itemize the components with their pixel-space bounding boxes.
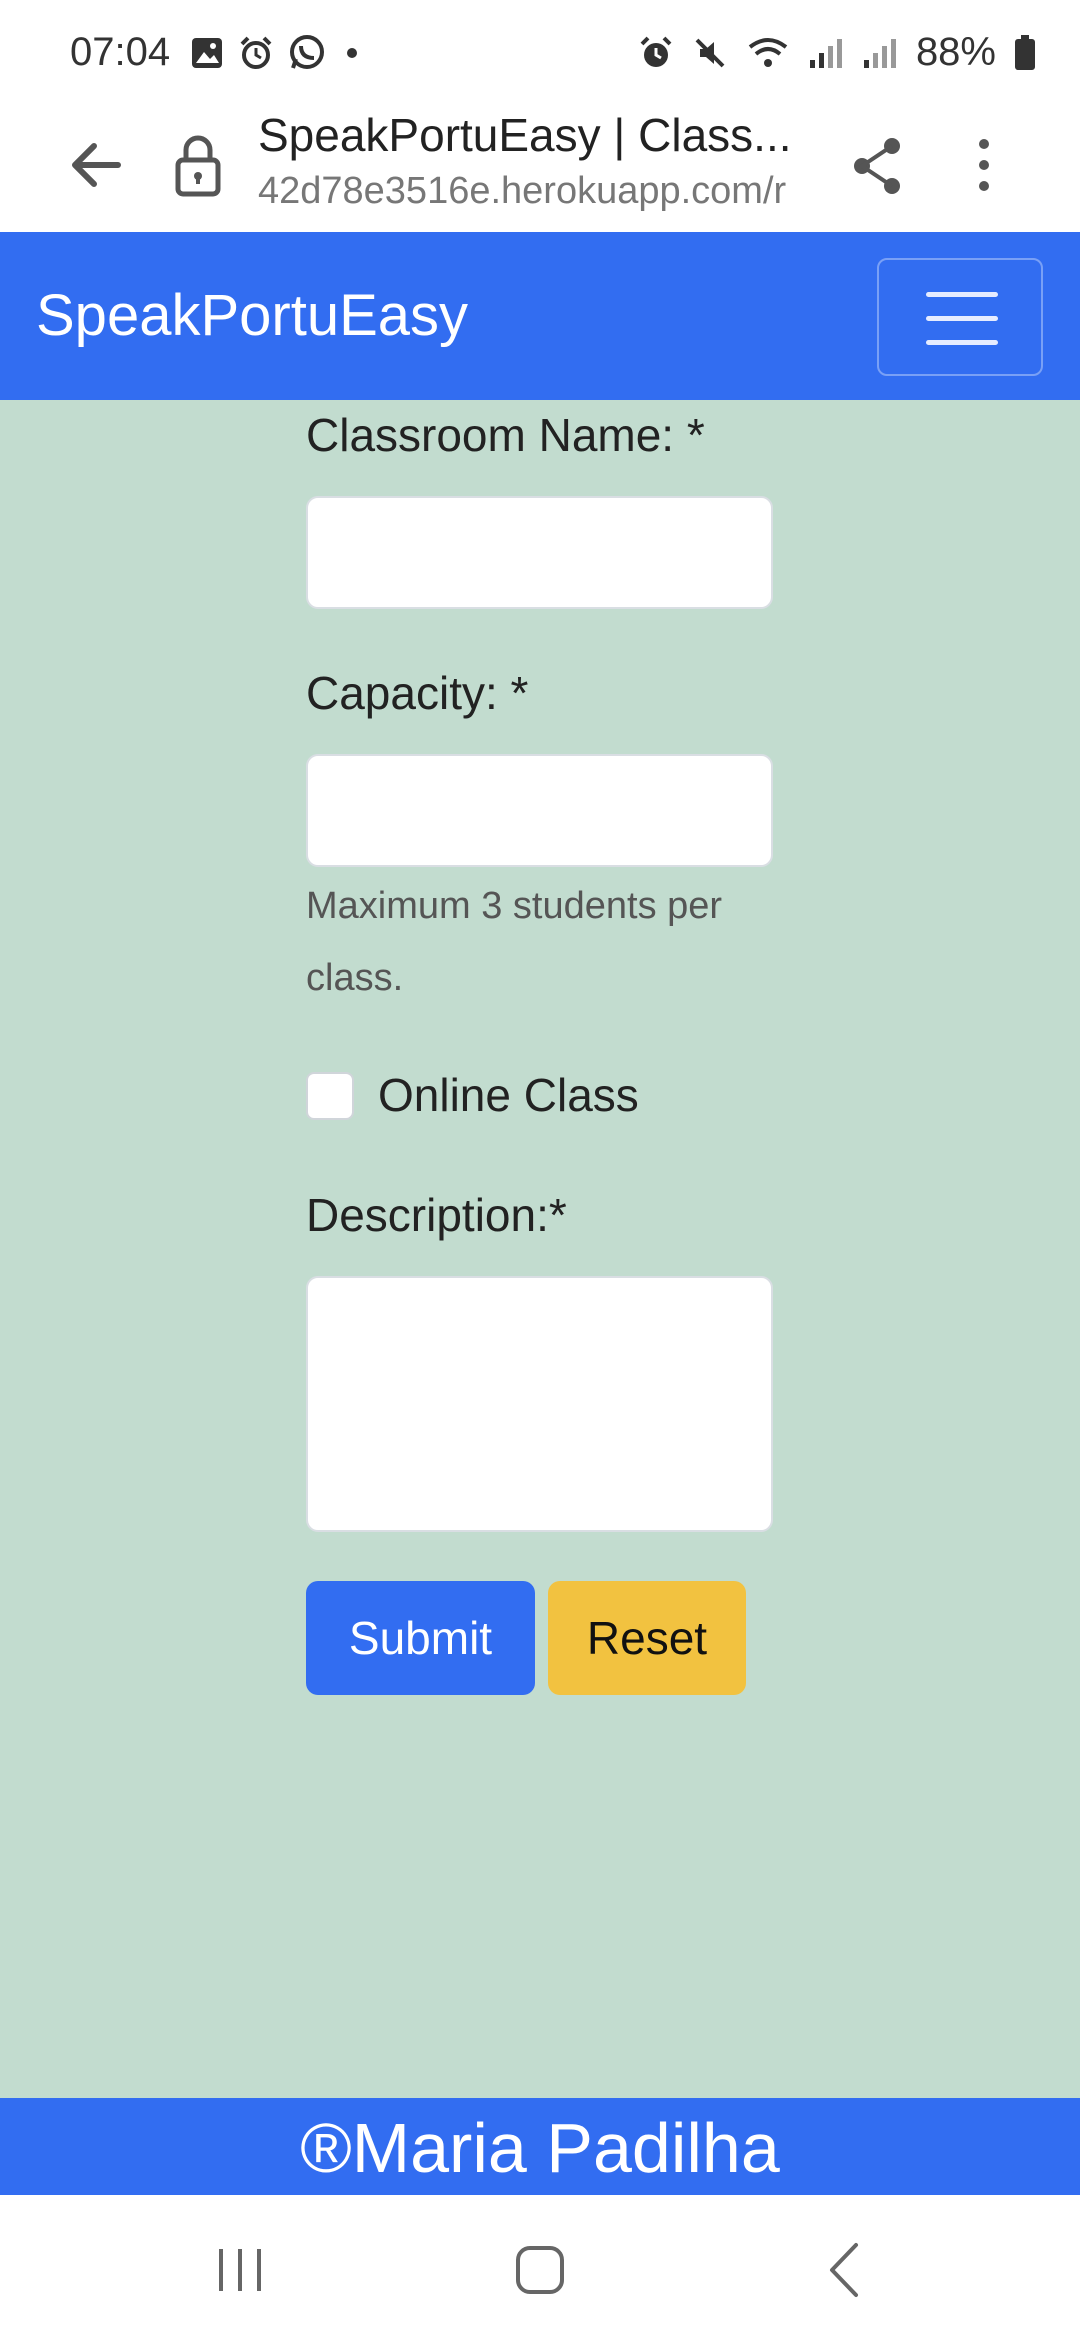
hamburger-icon-line xyxy=(926,316,998,321)
description-textarea[interactable] xyxy=(306,1276,773,1532)
system-back-button[interactable] xyxy=(810,2235,880,2305)
battery-icon xyxy=(1015,34,1035,70)
more-vertical-icon xyxy=(979,139,989,191)
site-footer: ®Maria Padilha xyxy=(0,2098,1080,2195)
capacity-label: Capacity: * xyxy=(306,667,529,719)
navbar-toggler-button[interactable] xyxy=(877,258,1043,376)
footer-copyright: ®Maria Padilha xyxy=(300,2109,780,2187)
main-content: Classroom Name: * Capacity: * Maximum 3 … xyxy=(0,400,1080,2098)
alarm-icon xyxy=(240,36,272,69)
lock-icon xyxy=(175,135,221,197)
recent-apps-button[interactable] xyxy=(205,2235,275,2305)
status-time: 07:04 xyxy=(70,30,171,74)
signal-icon xyxy=(863,38,896,68)
status-left-icons xyxy=(190,34,364,72)
hamburger-icon-line xyxy=(926,292,998,297)
signal-icon xyxy=(809,38,842,68)
gallery-icon xyxy=(192,38,222,68)
online-class-label[interactable]: Online Class xyxy=(378,1068,639,1122)
online-class-checkbox[interactable] xyxy=(306,1072,354,1120)
dot-icon xyxy=(347,48,357,58)
reset-button[interactable]: Reset xyxy=(548,1581,746,1695)
capacity-help-text: Maximum 3 students per class. xyxy=(306,885,723,999)
site-info-button[interactable] xyxy=(168,130,228,200)
hamburger-icon-line xyxy=(926,340,998,345)
alarm-icon xyxy=(640,36,672,67)
home-button[interactable] xyxy=(505,2235,575,2305)
capacity-input[interactable] xyxy=(306,754,773,867)
whatsapp-icon xyxy=(290,35,324,69)
page-title[interactable]: SpeakPortuEasy | Class... xyxy=(258,108,818,162)
system-navigation-bar xyxy=(0,2195,1080,2340)
wifi-icon xyxy=(748,37,788,67)
brand-link[interactable]: SpeakPortuEasy xyxy=(36,282,468,349)
recent-apps-icon xyxy=(219,2249,261,2291)
back-button[interactable] xyxy=(62,130,132,200)
home-icon xyxy=(516,2246,564,2294)
site-navbar: SpeakPortuEasy xyxy=(0,232,1080,400)
mute-icon xyxy=(695,38,725,67)
arrow-left-icon xyxy=(72,143,121,187)
submit-button[interactable]: Submit xyxy=(306,1581,535,1695)
classroom-name-label: Classroom Name: * xyxy=(306,409,705,461)
status-right-icons: 88% xyxy=(638,30,1036,75)
status-bar: 07:04 88% xyxy=(0,0,1080,100)
page-url[interactable]: 42d78e3516e.herokuapp.com/r xyxy=(258,170,808,213)
chevron-left-icon xyxy=(830,2243,858,2297)
battery-percent: 88% xyxy=(915,30,996,74)
share-icon xyxy=(854,138,900,194)
classroom-name-input[interactable] xyxy=(306,496,773,609)
description-label: Description:* xyxy=(306,1189,567,1241)
browser-toolbar: SpeakPortuEasy | Class... 42d78e3516e.he… xyxy=(0,100,1080,232)
more-options-button[interactable] xyxy=(964,130,1004,200)
share-button[interactable] xyxy=(848,130,908,200)
